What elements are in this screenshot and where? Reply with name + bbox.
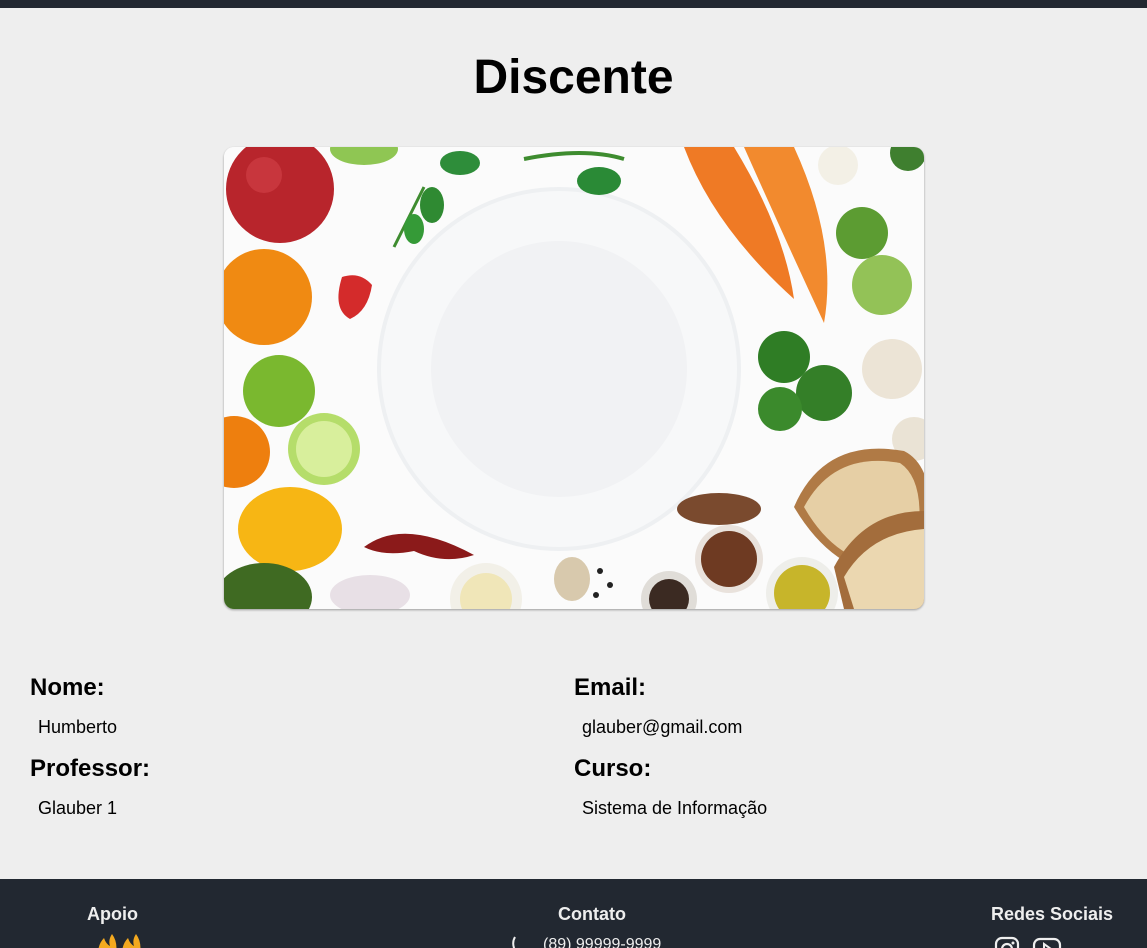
site-footer: Apoio Contato (89) 99999-9999 Redes Soci… <box>0 879 1147 948</box>
email-value: glauber@gmail.com <box>582 717 743 737</box>
nome-label: Nome: <box>30 674 105 701</box>
apoio-heading: Apoio <box>87 904 138 924</box>
contact-phone[interactable]: (89) 99999-9999 <box>543 936 661 948</box>
page-title: Discente <box>473 51 674 104</box>
phone-icon <box>511 936 525 948</box>
contato-heading: Contato <box>558 904 626 924</box>
professor-label: Professor: <box>30 755 151 782</box>
curso-value: Sistema de Informação <box>582 798 768 818</box>
nome-value: Humberto <box>38 717 118 737</box>
contact-phone-line: (89) 99999-9999 <box>511 936 661 948</box>
email-label: Email: <box>574 674 647 701</box>
redes-sociais-heading: Redes Sociais <box>991 904 1114 924</box>
food-plate-image <box>224 147 924 609</box>
youtube-icon[interactable] <box>1032 936 1062 948</box>
instagram-icon[interactable] <box>994 936 1020 948</box>
apoio-logo <box>94 934 144 948</box>
social-icons <box>994 936 1062 948</box>
top-bar <box>0 0 1147 8</box>
professor-value: Glauber 1 <box>38 798 118 818</box>
curso-label: Curso: <box>574 755 652 782</box>
